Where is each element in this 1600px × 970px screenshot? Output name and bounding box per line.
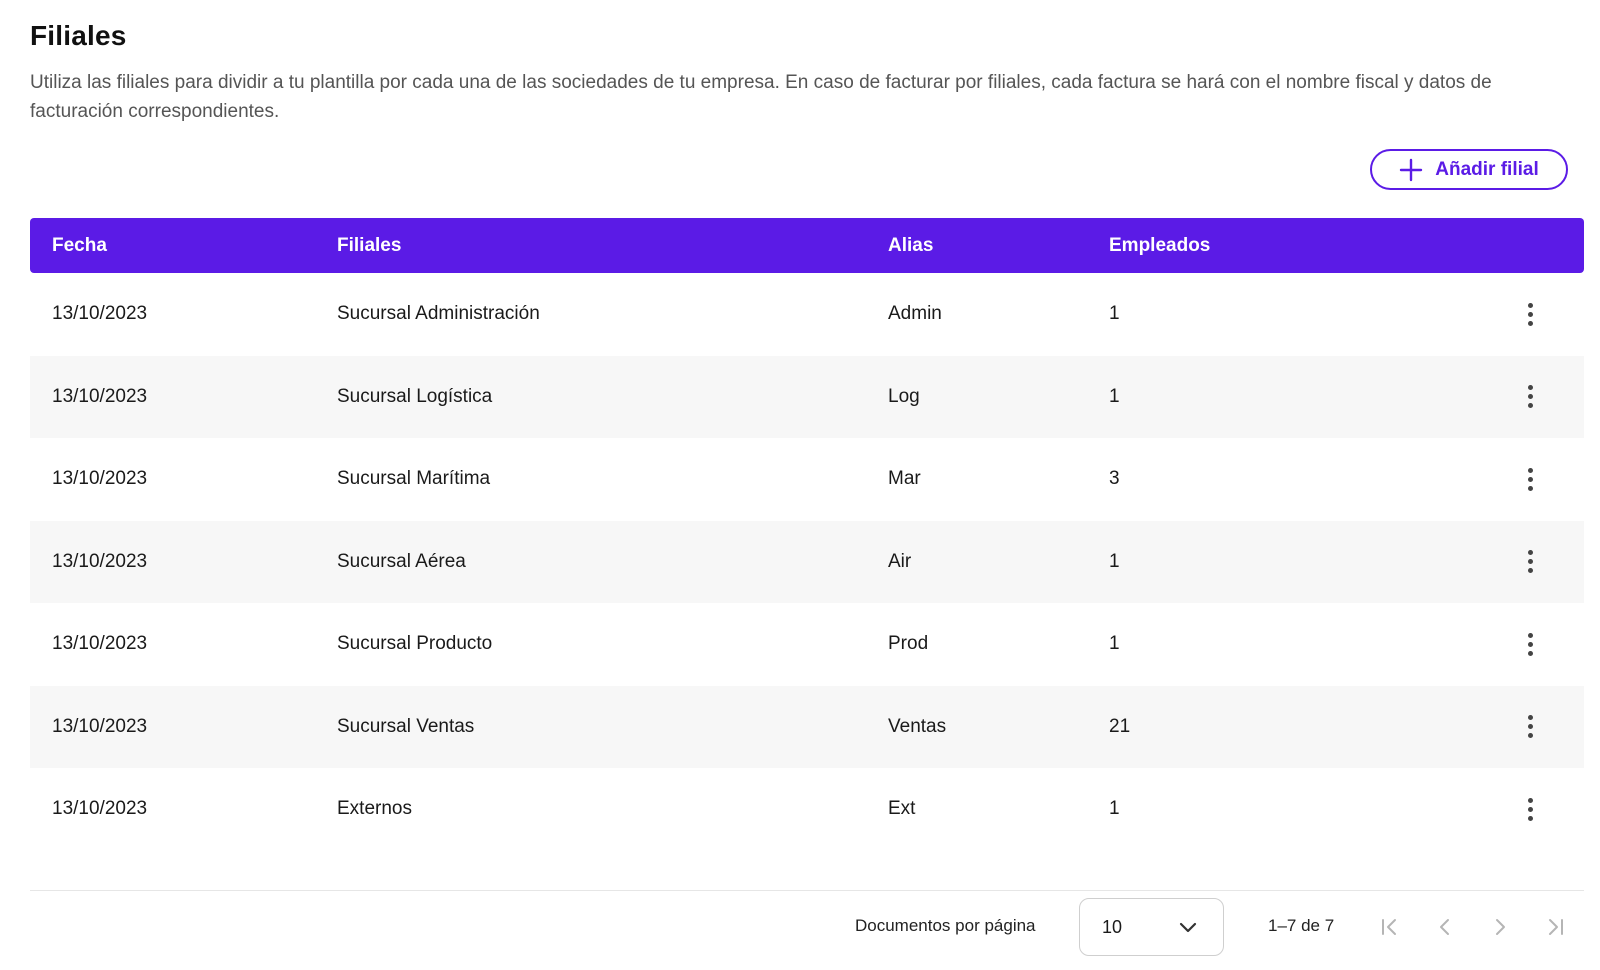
previous-page-button[interactable] [1430, 912, 1460, 942]
kebab-dot [1527, 476, 1533, 482]
cell-empleados: 1 [1109, 303, 1120, 325]
more-vertical-icon [1527, 385, 1533, 409]
chevron-down-icon [1179, 922, 1197, 933]
cell-fecha: 13/10/2023 [52, 633, 148, 655]
row-actions-button[interactable] [1518, 459, 1542, 499]
per-page-label: Documentos por página [855, 916, 1036, 935]
per-page-select[interactable]: 10 [1079, 898, 1224, 956]
add-subsidiary-label: Añadir filial [1435, 158, 1539, 180]
row-actions-button[interactable] [1518, 624, 1542, 664]
cell-empleados: 1 [1109, 550, 1120, 572]
page-title: Filiales [30, 20, 127, 51]
kebab-dot [1527, 311, 1533, 317]
kebab-dot [1527, 485, 1533, 491]
cell-fecha: 13/10/2023 [52, 550, 148, 572]
table-row[interactable]: 13/10/2023 Sucursal Logística Log 1 [30, 355, 1584, 438]
cell-alias: Prod [888, 633, 929, 655]
kebab-dot [1527, 320, 1533, 326]
kebab-dot [1527, 403, 1533, 409]
cell-alias: Ventas [888, 715, 947, 737]
cell-alias: Admin [888, 303, 942, 325]
more-vertical-icon [1527, 632, 1533, 656]
cell-alias: Log [888, 385, 920, 407]
kebab-dot [1527, 302, 1533, 308]
row-actions-button[interactable] [1518, 294, 1542, 334]
table-header: Fecha Filiales Alias Empleados [30, 218, 1584, 273]
more-vertical-icon [1527, 550, 1533, 574]
next-page-button[interactable] [1485, 912, 1515, 942]
cell-filial: Sucursal Producto [337, 633, 493, 655]
more-vertical-icon [1527, 797, 1533, 821]
pagination: Documentos por página 10 1–7 de 7 [30, 898, 1584, 958]
kebab-dot [1527, 559, 1533, 565]
range-text: 1–7 de 7 [1268, 916, 1335, 935]
cell-fecha: 13/10/2023 [52, 303, 148, 325]
cell-empleados: 1 [1109, 385, 1120, 407]
cell-alias: Ext [888, 798, 916, 820]
cell-filial: Sucursal Administración [337, 303, 540, 325]
more-vertical-icon [1527, 302, 1533, 326]
subsidiaries-table: Fecha Filiales Alias Empleados 13/10/202… [30, 218, 1584, 851]
row-actions-button[interactable] [1518, 789, 1542, 829]
table-row[interactable]: 13/10/2023 Sucursal Marítima Mar 3 [30, 438, 1584, 521]
cell-alias: Mar [888, 468, 921, 490]
table-row[interactable]: 13/10/2023 Sucursal Producto Prod 1 [30, 603, 1584, 686]
cell-fecha: 13/10/2023 [52, 798, 148, 820]
table-row[interactable]: 13/10/2023 Sucursal Aérea Air 1 [30, 520, 1584, 603]
kebab-dot [1527, 394, 1533, 400]
more-vertical-icon [1527, 467, 1533, 491]
row-actions-button[interactable] [1518, 707, 1542, 747]
kebab-dot [1527, 733, 1533, 739]
kebab-dot [1527, 806, 1533, 812]
cell-filial: Sucursal Logística [337, 385, 493, 407]
header-alias[interactable]: Alias [888, 235, 933, 257]
first-page-button[interactable] [1375, 912, 1405, 942]
kebab-dot [1527, 797, 1533, 803]
kebab-dot [1527, 385, 1533, 391]
footer-divider [30, 890, 1584, 891]
header-fecha[interactable]: Fecha [52, 235, 107, 257]
cell-empleados: 21 [1109, 715, 1131, 737]
chevron-right-icon [1496, 919, 1505, 935]
cell-empleados: 1 [1109, 633, 1120, 655]
cell-filial: Sucursal Ventas [337, 715, 475, 737]
subsidiaries-page: Filiales Utiliza las filiales para divid… [0, 0, 1600, 970]
cell-filial: Sucursal Marítima [337, 468, 491, 490]
table-row[interactable]: 13/10/2023 Externos Ext 1 [30, 768, 1584, 851]
cell-empleados: 1 [1109, 798, 1120, 820]
header-filiales[interactable]: Filiales [337, 235, 401, 257]
kebab-dot [1527, 467, 1533, 473]
cell-fecha: 13/10/2023 [52, 468, 148, 490]
row-actions-button[interactable] [1518, 542, 1542, 582]
kebab-dot [1527, 724, 1533, 730]
last-page-icon [1549, 919, 1563, 935]
header-empleados[interactable]: Empleados [1109, 235, 1210, 257]
cell-empleados: 3 [1109, 468, 1120, 490]
page-description: Utiliza las filiales para dividir a tu p… [30, 72, 1492, 122]
kebab-dot [1527, 650, 1533, 656]
first-page-icon [1382, 919, 1396, 935]
kebab-dot [1527, 568, 1533, 574]
cell-filial: Sucursal Aérea [337, 550, 466, 572]
table-row[interactable]: 13/10/2023 Sucursal Administración Admin 1 [30, 273, 1584, 356]
last-page-button[interactable] [1540, 912, 1570, 942]
more-vertical-icon [1527, 715, 1533, 739]
cell-alias: Air [888, 550, 912, 572]
cell-fecha: 13/10/2023 [52, 385, 148, 407]
chevron-left-icon [1440, 919, 1449, 935]
kebab-dot [1527, 632, 1533, 638]
table-row[interactable]: 13/10/2023 Sucursal Ventas Ventas 21 [30, 685, 1584, 768]
add-subsidiary-button[interactable]: Añadir filial [1370, 149, 1568, 190]
cell-fecha: 13/10/2023 [52, 715, 148, 737]
row-actions-button[interactable] [1518, 377, 1542, 417]
per-page-value: 10 [1102, 916, 1123, 937]
kebab-dot [1527, 815, 1533, 821]
kebab-dot [1527, 550, 1533, 556]
kebab-dot [1527, 715, 1533, 721]
table-body: 13/10/2023 Sucursal Administración Admin 1 1… [30, 273, 1584, 851]
plus-icon [1400, 158, 1423, 181]
cell-filial: Externos [337, 798, 412, 820]
kebab-dot [1527, 641, 1533, 647]
